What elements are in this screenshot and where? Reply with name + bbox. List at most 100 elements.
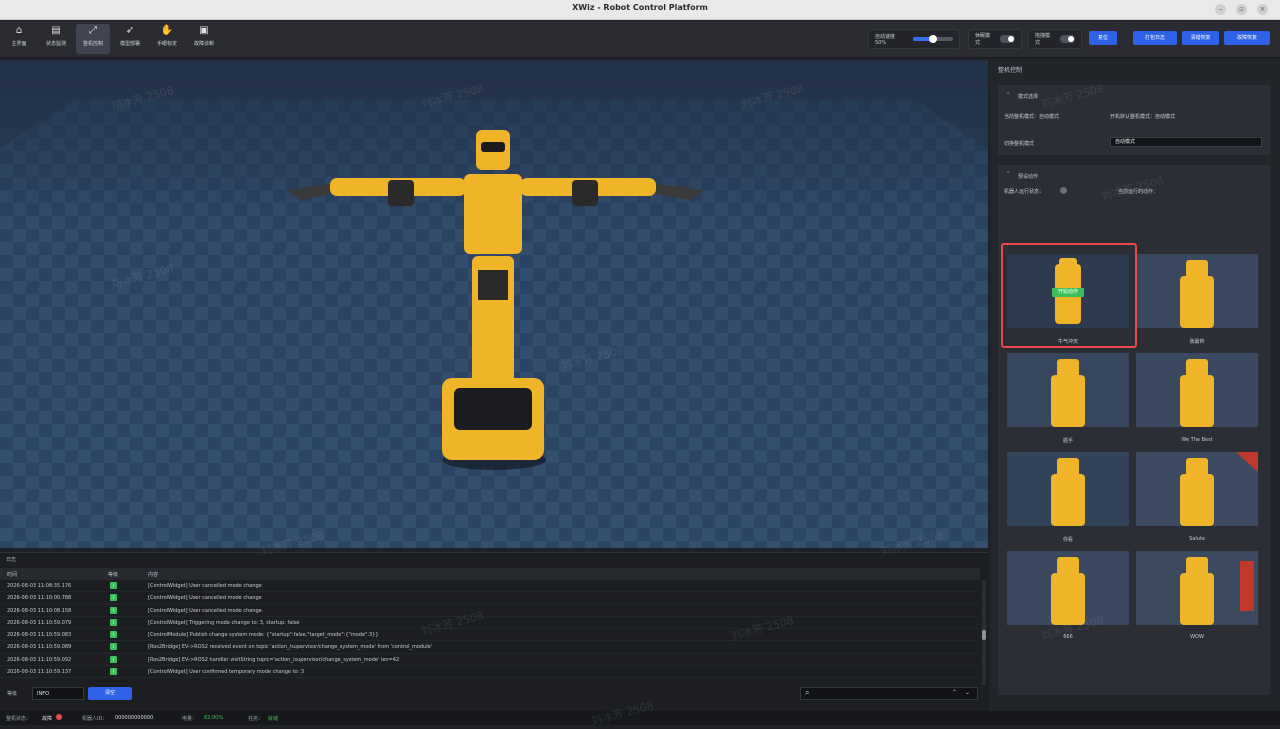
log-row[interactable]: 2026-08-03 11:10:59.092 I [Ros2Bridge] EV-…: [0, 654, 980, 667]
log-level-badge: I: [110, 643, 117, 651]
log-level-badge: I: [110, 582, 117, 589]
level-label: 等级: [7, 691, 18, 697]
action-thumbnail: [1136, 254, 1258, 328]
action-card[interactable]: [1136, 452, 1258, 526]
nav-model-deploy[interactable]: ➶ 模型部署: [113, 24, 147, 54]
start-action-button[interactable]: 开始动作: [1052, 288, 1084, 297]
action-thumbnail: [1136, 353, 1258, 427]
dormant-label: 休眠模式: [975, 33, 991, 46]
action-thumbnail: [1136, 551, 1258, 625]
action-thumbnail: [1007, 353, 1129, 427]
log-level-badge: I: [110, 606, 117, 614]
task-value: 就绪: [268, 716, 279, 722]
hand-icon: ✋: [160, 25, 174, 36]
speed-slider-knob[interactable]: [929, 35, 938, 43]
level-select[interactable]: INFO: [32, 687, 84, 700]
log-row[interactable]: 2026-08-03 11:10:59.083 I [ControlModule] …: [0, 629, 980, 642]
log-row[interactable]: 2026-08-03 11:10:59.079 I [ControlWidget] …: [0, 617, 980, 630]
close-icon[interactable]: ×: [1257, 4, 1268, 15]
control-icon: ⤢: [89, 25, 97, 36]
nav-status-monitor[interactable]: ▤ 状态监测: [39, 24, 73, 54]
action-card[interactable]: [1007, 353, 1129, 427]
drag-mode-control: 拖拽模式: [1028, 29, 1082, 49]
current-action-label: 当前运行的动作：: [1118, 189, 1159, 195]
chevron-down-icon[interactable]: ⌄: [965, 689, 970, 696]
robot-3d-viewport[interactable]: [0, 60, 988, 548]
log-row[interactable]: 2026-08-03 11:10:59.137 I [ControlWidget] …: [0, 666, 980, 679]
battery-label: 电量：: [182, 716, 198, 722]
col-time: 时间: [7, 572, 18, 578]
log-title: 日志: [6, 557, 17, 563]
nav-home[interactable]: ⌂ 主界面: [2, 24, 36, 54]
action-section-title: 预设动作: [1018, 174, 1039, 180]
log-scrollbar[interactable]: [982, 580, 986, 685]
action-card[interactable]: [1136, 254, 1258, 328]
log-content: [ControlWidget] Triggering mode change t…: [148, 619, 300, 626]
action-thumbnail: [1136, 452, 1258, 526]
chevron-up-icon[interactable]: ⌃: [1006, 92, 1010, 98]
log-content: [Ros2Bridge] EV->ROS2 handler visitStrin…: [148, 656, 400, 663]
col-level: 等级: [108, 572, 119, 578]
action-card[interactable]: [1136, 551, 1258, 625]
nav-label: 故障诊断: [193, 41, 214, 47]
open-log-button[interactable]: 打包日志: [1133, 31, 1177, 45]
nav-hand-eye[interactable]: ✋ 手眼标定: [150, 24, 184, 54]
diagnosis-icon: ▣: [199, 25, 209, 36]
maximize-icon[interactable]: ▫: [1236, 4, 1247, 15]
nav-machine-control[interactable]: ⤢ 整机控制: [76, 24, 110, 54]
log-row[interactable]: 2026-08-03 11:10:00.788 I [ControlWidget] …: [0, 592, 980, 605]
minimize-icon[interactable]: –: [1215, 4, 1226, 15]
nav-label: 状态监测: [45, 41, 66, 47]
running-status-indicator: [1060, 187, 1067, 194]
dormant-mode-control: 休眠模式: [968, 29, 1022, 49]
nav-label: 手眼标定: [156, 41, 177, 47]
log-content: [Ros2Bridge] EV->ROS2 received event on …: [148, 644, 433, 651]
action-label: We The Best: [1181, 437, 1213, 443]
nav-diagnosis[interactable]: ▣ 故障诊断: [187, 24, 221, 54]
log-scrollbar-thumb[interactable]: [982, 630, 986, 640]
col-content: 内容: [148, 572, 159, 578]
log-time: 2026-08-03 11:10:08.158: [7, 607, 72, 614]
log-row[interactable]: 2026-08-03 11:10:59.089 I [Ros2Bridge] EV-…: [0, 641, 980, 654]
log-level-badge: I: [110, 594, 117, 602]
clear-error-button[interactable]: 清错恢复: [1182, 31, 1219, 45]
sys-state-label: 整机状态：: [6, 716, 32, 722]
clear-log-button[interactable]: 清空: [88, 687, 132, 700]
mode-select[interactable]: 自动模式: [1110, 137, 1262, 147]
fault-recover-button[interactable]: 故障恢复: [1224, 31, 1270, 45]
action-thumbnail: [1007, 452, 1129, 526]
action-card[interactable]: [1136, 353, 1258, 427]
mode-section-title: 模式选择: [1018, 94, 1039, 100]
window-title: XWiz - Robot Control Platform: [572, 3, 708, 12]
panel-title: 整机控制: [998, 67, 1023, 74]
chevron-up-icon[interactable]: ⌃: [1006, 171, 1010, 177]
log-table: 时间 等级 内容 2026-08-03 11:08:35.176 I [Contro…: [0, 568, 980, 679]
log-content: [ControlWidget] User cancelled mode chan…: [148, 607, 262, 614]
log-content: [ControlWidget] User confirmed temporary…: [148, 669, 305, 676]
search-icon: ⌕: [805, 688, 810, 697]
robot-id-value: 000000000000: [115, 715, 154, 721]
action-card[interactable]: [1007, 452, 1129, 526]
chevron-up-icon[interactable]: ⌃: [952, 689, 957, 696]
log-content: [ControlWidget] User cancelled mode chan…: [148, 595, 262, 602]
action-thumbnail: [1007, 551, 1129, 625]
window-titlebar: XWiz - Robot Control Platform – ▫ ×: [0, 0, 1280, 20]
log-level-badge: I: [110, 668, 117, 676]
status-error-dot: [56, 714, 62, 720]
current-mode-text: 当前整机模式：自动模式: [1004, 114, 1060, 120]
nav-label: 主界面: [11, 41, 27, 47]
rocket-icon: ➶: [125, 25, 135, 36]
scene-canvas: [0, 60, 988, 548]
log-level-badge: I: [110, 618, 117, 626]
log-controls: 等级 INFO 清空 ⌕ ⌃ ⌄: [0, 686, 988, 702]
drag-toggle[interactable]: [1059, 35, 1075, 43]
action-card[interactable]: [1007, 551, 1129, 625]
log-time: 2026-08-03 11:08:35.176: [7, 583, 72, 589]
log-row[interactable]: 2026-08-03 11:10:08.158 I [ControlWidget] …: [0, 605, 980, 617]
log-row[interactable]: 2026-08-03 11:08:35.176 I [ControlWidget] …: [0, 580, 980, 593]
reset-button[interactable]: 复位: [1089, 31, 1117, 45]
dormant-toggle[interactable]: [999, 35, 1015, 43]
speed-slider[interactable]: [913, 35, 953, 43]
log-level-badge: I: [110, 655, 117, 663]
log-level-badge: I: [110, 631, 117, 639]
